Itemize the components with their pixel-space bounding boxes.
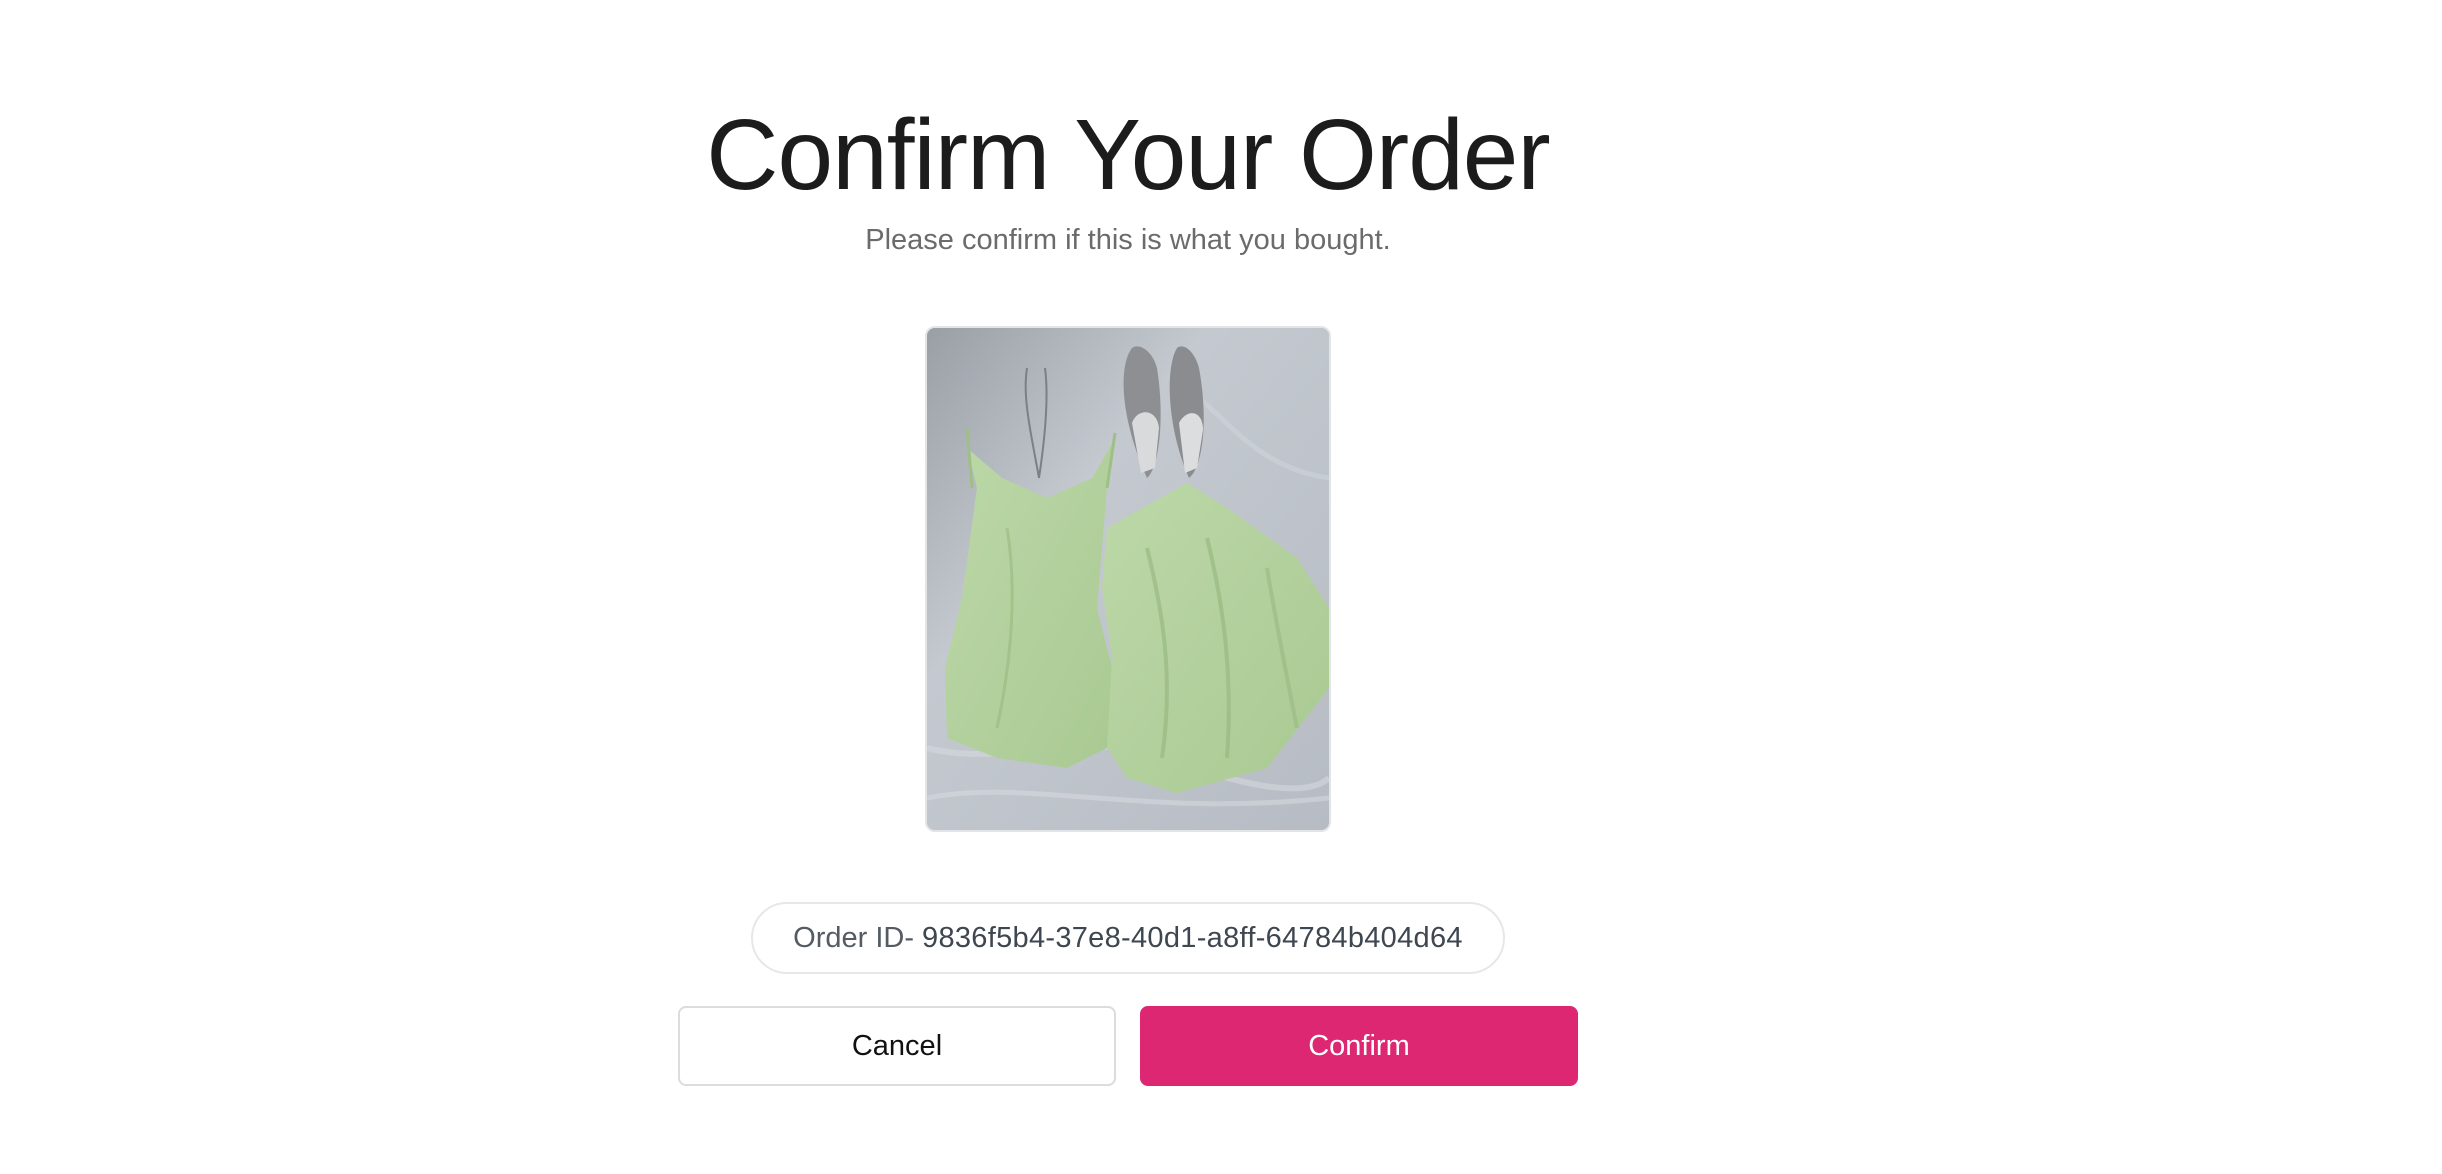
page-title: Confirm Your Order (706, 99, 1550, 211)
cancel-button[interactable]: Cancel (678, 1006, 1116, 1086)
product-photo-icon (927, 328, 1329, 830)
order-id-value: 9836f5b4-37e8-40d1-a8ff-64784b404d64 (922, 921, 1463, 954)
order-id-field: Order ID- 9836f5b4-37e8-40d1-a8ff-64784b… (751, 902, 1505, 974)
order-id-label: Order ID- (793, 921, 915, 954)
action-buttons: Cancel Confirm (678, 1006, 1578, 1086)
confirm-order-card: Confirm Your Order Please confirm if thi… (678, 90, 1578, 1086)
confirm-order-page: Confirm Your Order Please confirm if thi… (0, 0, 2442, 1174)
page-subtitle: Please confirm if this is what you bough… (865, 224, 1391, 256)
product-image (925, 326, 1331, 832)
confirm-button[interactable]: Confirm (1140, 1006, 1578, 1086)
